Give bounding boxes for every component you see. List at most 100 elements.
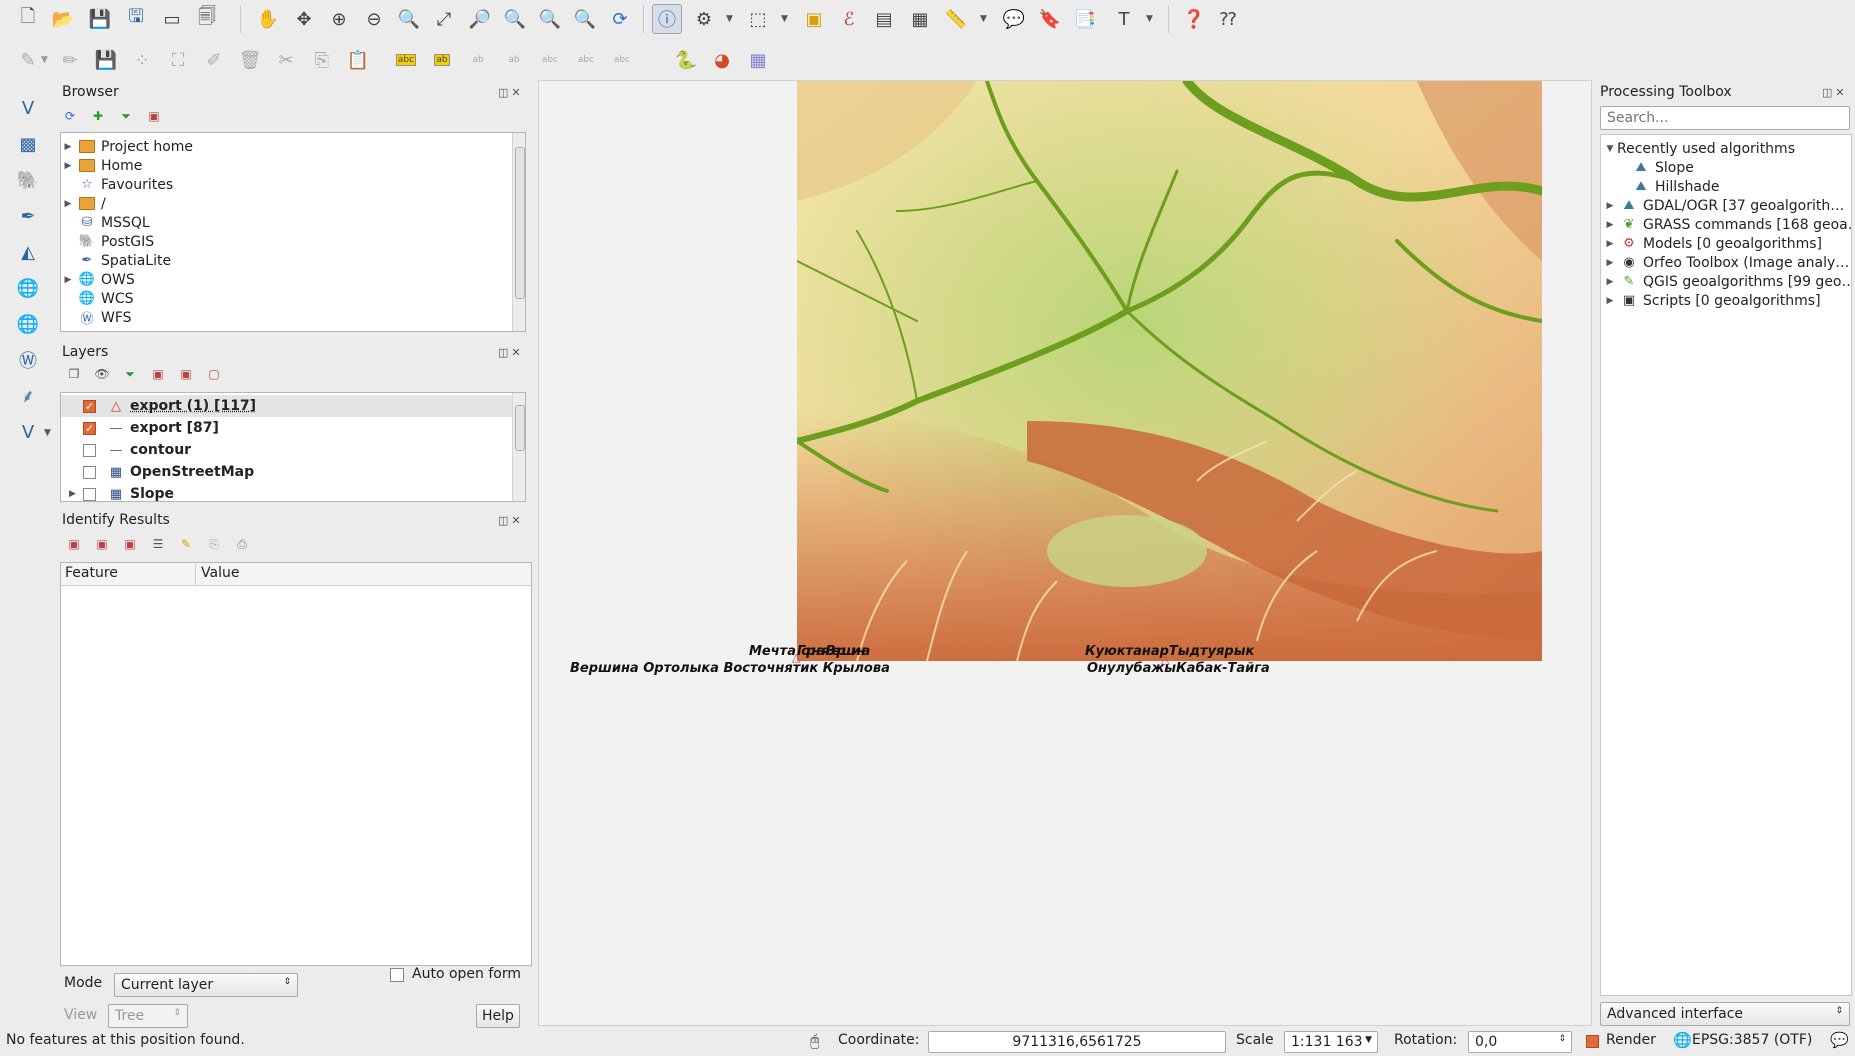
toolbox-group[interactable]: ▶ ▣ Scripts [0 geoalgorithms] xyxy=(1603,291,1821,310)
crs-globe-icon[interactable]: 🌐 xyxy=(1673,1031,1692,1049)
zoom-next-icon[interactable]: 🔍 xyxy=(571,5,599,33)
toolbox-group[interactable]: ▶ ◉ Orfeo Toolbox (Image analy… xyxy=(1603,253,1850,272)
move-label-icon[interactable]: abc xyxy=(536,46,564,74)
save-edits-icon[interactable]: 💾 xyxy=(92,46,120,74)
field-calculator-icon[interactable]: ▦ xyxy=(906,5,934,33)
panel-float-close-buttons[interactable]: ◫✕ xyxy=(1822,86,1848,99)
browser-item[interactable]: 🌐 WCS xyxy=(61,289,134,308)
expand-tree-icon[interactable]: ▣ xyxy=(66,536,82,552)
chevron-down-icon[interactable]: ▼ xyxy=(44,428,51,438)
expand-arrow-icon[interactable]: ▶ xyxy=(1603,239,1617,249)
whats-this-icon[interactable]: ⁇ xyxy=(1214,5,1242,33)
zoom-native-icon[interactable]: 🔍 xyxy=(395,5,423,33)
chevron-down-icon[interactable]: ▼ xyxy=(781,14,788,24)
view-select[interactable]: Tree ⇕ xyxy=(108,1004,188,1028)
manage-visibility-icon[interactable]: 👁 xyxy=(94,366,110,382)
move-feature-icon[interactable]: ⛶ xyxy=(164,46,192,74)
python-console-icon[interactable]: 🐍 xyxy=(672,46,700,74)
browser-item[interactable]: ☆ Favourites xyxy=(61,175,173,194)
collapse-all-icon[interactable]: ▣ xyxy=(146,108,162,124)
add-mssql-layer-icon[interactable]: ◭ xyxy=(14,238,42,266)
select-features-icon[interactable]: ⬚ xyxy=(744,5,772,33)
add-feature-icon[interactable]: ⁘ xyxy=(128,46,156,74)
chevron-down-icon[interactable]: ▼ xyxy=(726,14,733,24)
auto-open-form-checkbox[interactable] xyxy=(390,968,404,982)
composer-manager-icon[interactable]: 🗐 xyxy=(193,5,221,33)
column-header-feature[interactable]: Feature xyxy=(65,565,118,581)
toolbox-group[interactable]: ▶ ⚙ Models [0 geoalgorithms] xyxy=(1603,234,1822,253)
layer-item[interactable]: ▶ ▦ Slope xyxy=(61,483,513,501)
paste-features-icon[interactable]: 📋 xyxy=(344,46,372,74)
zoom-full-icon[interactable]: ⤢ xyxy=(430,5,458,33)
remove-layer-icon[interactable]: ▢ xyxy=(206,366,222,382)
print-icon[interactable]: ⎙ xyxy=(234,536,250,552)
expand-arrow-icon[interactable]: ▶ xyxy=(1603,296,1617,306)
render-checkbox[interactable] xyxy=(1586,1035,1599,1048)
show-bookmarks-icon[interactable]: 📑 xyxy=(1071,5,1099,33)
delete-selected-icon[interactable]: 🗑 xyxy=(236,46,264,74)
copy-features-icon[interactable]: ⎘ xyxy=(308,46,336,74)
browser-item[interactable]: ▶ / xyxy=(61,194,106,213)
scrollbar-thumb[interactable] xyxy=(515,147,525,299)
color-picker-icon[interactable]: ◕ xyxy=(708,46,736,74)
expand-arrow-icon[interactable]: ▶ xyxy=(1603,220,1617,230)
collapse-arrow-icon[interactable]: ▼ xyxy=(1603,144,1617,154)
clear-results-icon[interactable]: ☰ xyxy=(150,536,166,552)
add-wms-layer-icon[interactable]: 🌐 xyxy=(14,274,42,302)
expand-arrow-icon[interactable]: ▶ xyxy=(61,161,75,171)
expand-arrow-icon[interactable]: ▶ xyxy=(61,199,75,209)
zoom-out-icon[interactable]: ⊖ xyxy=(360,5,388,33)
coordinate-toggle-icon[interactable]: 🖰 xyxy=(810,1031,820,1051)
grid-icon[interactable]: ▦ xyxy=(744,46,772,74)
layer-visibility-checkbox[interactable]: ✓ xyxy=(83,399,96,413)
interface-select[interactable]: Advanced interface ⇕ xyxy=(1600,1002,1850,1026)
mode-select[interactable]: Current layer ⇕ xyxy=(114,973,298,997)
add-selected-layers-icon[interactable]: ✚ xyxy=(90,108,106,124)
layer-visibility-checkbox[interactable]: ✓ xyxy=(83,421,96,435)
pan-icon[interactable]: ✋ xyxy=(254,5,282,33)
chevron-down-icon[interactable]: ▼ xyxy=(41,55,48,65)
expand-arrow-icon[interactable]: ▶ xyxy=(1603,277,1617,287)
rotate-label-icon[interactable]: abc xyxy=(572,46,600,74)
browser-item[interactable]: ▶ Project home xyxy=(61,137,194,156)
expand-arrow-icon[interactable]: ▶ xyxy=(69,489,76,499)
browser-item[interactable]: 🐘 PostGIS xyxy=(61,232,154,251)
show-hide-labels-icon[interactable]: ab xyxy=(500,46,528,74)
expand-new-results-icon[interactable]: ▣ xyxy=(122,536,138,552)
toolbox-group[interactable]: ▶ ⛰ GDAL/OGR [37 geoalgorith… xyxy=(1603,196,1845,215)
collapse-tree-icon[interactable]: ▣ xyxy=(94,536,110,552)
measure-icon[interactable]: 📏 xyxy=(942,5,970,33)
identify-features-icon[interactable]: ⓘ xyxy=(652,4,682,34)
new-project-icon[interactable]: 🗋 xyxy=(14,5,42,33)
layer-labeling-options-icon[interactable]: ab xyxy=(428,46,456,74)
panel-float-close-buttons[interactable]: ◫✕ xyxy=(498,514,524,527)
toolbox-algorithm[interactable]: ⛰ Hillshade xyxy=(1629,177,1720,196)
zoom-to-layer-icon[interactable]: 🔍 xyxy=(501,5,529,33)
browser-item[interactable]: ▶ 🌐 OWS xyxy=(61,270,135,289)
add-vector-layer-icon[interactable]: V xyxy=(14,94,42,122)
text-annotation-icon[interactable]: T xyxy=(1110,5,1138,33)
run-feature-action-icon[interactable]: ⚙ xyxy=(690,5,718,33)
add-postgis-layer-icon[interactable]: 🐘 xyxy=(14,166,42,194)
layers-scrollbar[interactable] xyxy=(512,393,525,501)
panel-float-close-buttons[interactable]: ◫✕ xyxy=(498,346,524,359)
rotation-spinbox[interactable]: 0,0 ⇕ xyxy=(1468,1031,1572,1053)
node-tool-icon[interactable]: ✐ xyxy=(200,46,228,74)
open-layer-styling-icon[interactable]: ❐ xyxy=(66,366,82,382)
panel-float-close-buttons[interactable]: ◫✕ xyxy=(498,86,524,99)
layer-item[interactable]: ✓ — export [87] xyxy=(61,417,513,439)
zoom-to-selection-icon[interactable]: 🔎 xyxy=(466,5,494,33)
deselect-icon[interactable]: ▣ xyxy=(800,5,828,33)
zoom-last-icon[interactable]: 🔍 xyxy=(536,5,564,33)
chevron-down-icon[interactable]: ▼ xyxy=(1146,14,1153,24)
layer-visibility-checkbox[interactable] xyxy=(83,443,96,457)
change-label-icon[interactable]: abc xyxy=(608,46,636,74)
refresh-icon[interactable]: ⟳ xyxy=(606,5,634,33)
help-button[interactable]: Help xyxy=(476,1004,520,1028)
cut-features-icon[interactable]: ✂ xyxy=(272,46,300,74)
toolbox-group[interactable]: ▼ Recently used algorithms xyxy=(1603,139,1795,158)
attribute-table-icon[interactable]: ▤ xyxy=(870,5,898,33)
column-header-value[interactable]: Value xyxy=(201,565,239,581)
expand-all-icon[interactable]: ▣ xyxy=(150,366,166,382)
new-print-composer-icon[interactable]: ▭ xyxy=(158,5,186,33)
